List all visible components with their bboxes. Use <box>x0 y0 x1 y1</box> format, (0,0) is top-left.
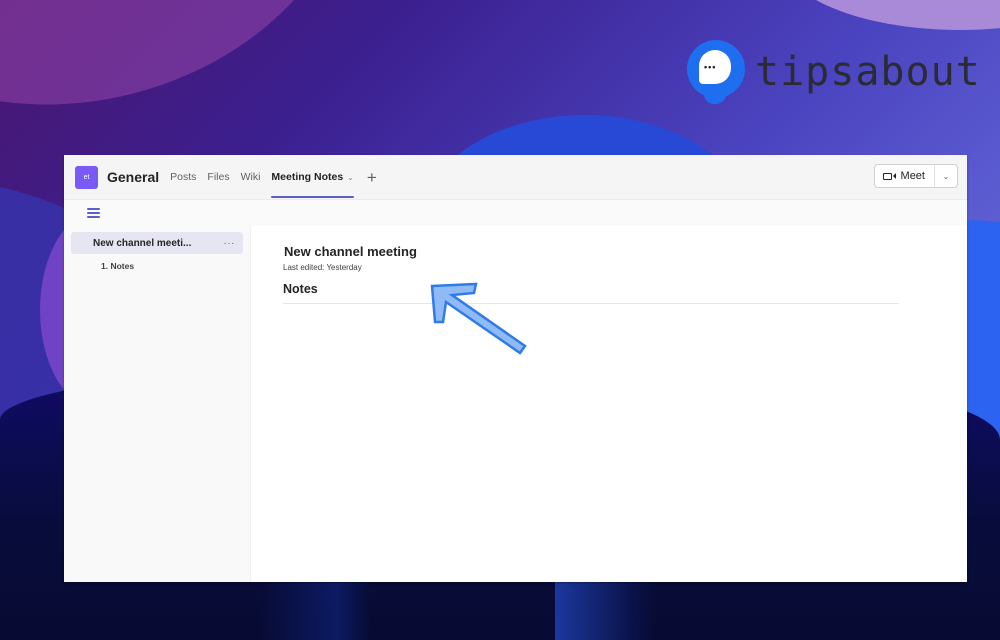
background-shape <box>780 0 1000 30</box>
more-options-icon[interactable]: ··· <box>224 238 236 249</box>
tab-wiki[interactable]: Wiki <box>241 155 261 199</box>
page-title: New channel meeting <box>284 244 417 259</box>
tipsabout-logo: ••• tipsabout <box>687 40 981 104</box>
section-heading-notes: Notes <box>283 282 899 304</box>
tab-posts[interactable]: Posts <box>170 155 196 199</box>
last-edited-text: Last edited: Yesterday <box>283 263 362 272</box>
tab-meeting-notes[interactable]: Meeting Notes ⌄ <box>271 155 355 199</box>
channel-name: General <box>107 169 160 185</box>
video-camera-icon <box>882 172 896 180</box>
hamburger-icon[interactable] <box>87 208 100 218</box>
sidebar-item-new-channel-meeting[interactable]: New channel meeti... ··· <box>71 232 243 254</box>
logo-text: tipsabout <box>755 49 981 95</box>
chat-bubble-icon: ••• <box>687 40 745 104</box>
notes-toolbar <box>64 199 967 226</box>
notes-sidebar: New channel meeti... ··· 1. Notes <box>64 226 251 582</box>
meet-dropdown-button[interactable]: ⌄ <box>935 165 957 187</box>
channel-header: et General Posts Files Wiki Meeting Note… <box>64 155 967 199</box>
team-avatar[interactable]: et <box>75 165 98 189</box>
tab-files[interactable]: Files <box>207 155 229 199</box>
chevron-down-icon: ⌄ <box>942 171 950 181</box>
channel-tabs: Posts Files Wiki Meeting Notes ⌄ + <box>170 155 377 199</box>
annotation-arrow-icon <box>430 282 527 355</box>
meet-button-group: Meet ⌄ <box>873 164 958 188</box>
teams-window: et General Posts Files Wiki Meeting Note… <box>64 155 967 582</box>
background-shape <box>0 0 408 165</box>
add-tab-button[interactable]: + <box>367 169 377 186</box>
chevron-down-icon[interactable]: ⌄ <box>347 173 354 182</box>
meet-button[interactable]: Meet <box>875 165 935 187</box>
notes-content: New channel meeting Last edited: Yesterd… <box>251 226 967 582</box>
sidebar-item-notes[interactable]: 1. Notes <box>71 261 243 271</box>
